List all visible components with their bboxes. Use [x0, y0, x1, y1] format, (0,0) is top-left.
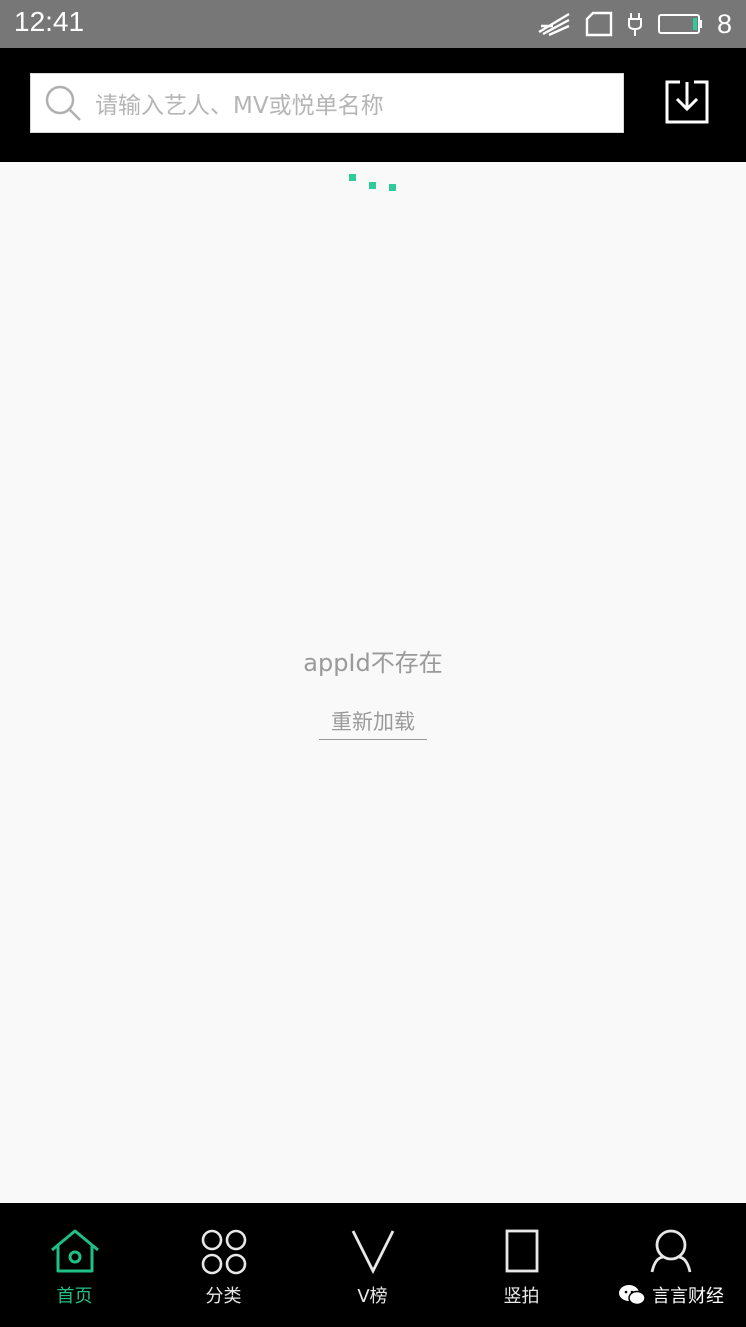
nav-label-vchart: V榜 — [357, 1286, 388, 1307]
profile-icon — [650, 1229, 691, 1273]
reload-button[interactable]: 重新加载 — [319, 706, 427, 740]
status-icons: 8 — [537, 8, 732, 40]
search-input[interactable]: 请输入艺人、MV或悦单名称 — [30, 73, 624, 133]
nav-label-home: 首页 — [56, 1286, 93, 1307]
nav-item-vertical[interactable]: 竖拍 — [447, 1203, 596, 1327]
nav-label-vertical: 竖拍 — [503, 1286, 540, 1307]
nav-label-category: 分类 — [205, 1286, 242, 1307]
loading-indicator — [345, 170, 405, 194]
wechat-icon — [619, 1285, 646, 1306]
error-message: appId不存在 — [303, 649, 443, 677]
watermark: 言言财经 — [618, 1282, 724, 1308]
nav-item-profile[interactable] — [596, 1203, 745, 1327]
download-icon[interactable] — [664, 79, 710, 125]
bottom-nav: 首页 分类 V榜 竖拍 言言财经 — [0, 1203, 746, 1327]
status-bar: 12:41 8 — [0, 0, 746, 48]
sim-card-icon — [585, 11, 613, 37]
watermark-text: 言言财经 — [652, 1286, 724, 1307]
battery-percent: 8 — [716, 8, 732, 39]
category-icon — [201, 1229, 246, 1275]
charging-icon — [627, 13, 642, 36]
home-icon — [50, 1229, 99, 1273]
nav-item-vchart[interactable]: V榜 — [298, 1203, 447, 1327]
nav-item-category[interactable]: 分类 — [149, 1203, 298, 1327]
signal-icon — [538, 12, 570, 36]
search-placeholder: 请输入艺人、MV或悦单名称 — [95, 93, 384, 119]
loading-dot — [369, 182, 376, 189]
vertical-video-icon — [505, 1229, 538, 1273]
v-chart-icon — [351, 1230, 394, 1274]
battery-icon — [657, 14, 702, 34]
app-header: 请输入艺人、MV或悦单名称 — [0, 48, 746, 162]
search-icon — [45, 85, 81, 121]
nav-item-home[interactable]: 首页 — [0, 1203, 149, 1327]
loading-dot — [389, 184, 396, 191]
loading-dot — [349, 174, 356, 181]
status-time: 12:41 — [14, 6, 85, 37]
